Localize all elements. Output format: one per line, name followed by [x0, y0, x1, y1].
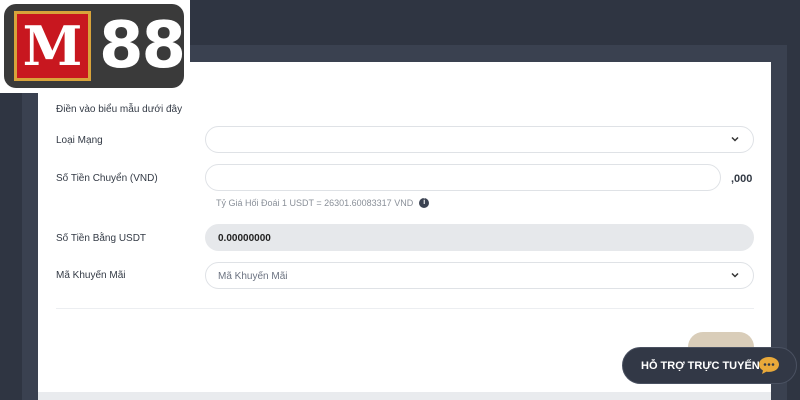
amount-suffix: ,000: [731, 173, 753, 185]
promo-placeholder: Mã Khuyến Mãi: [218, 271, 288, 282]
chat-bubble-icon: [759, 357, 779, 374]
chevron-down-icon: [731, 136, 739, 142]
amount-input[interactable]: [205, 164, 721, 191]
logo-badge: M 88: [4, 4, 186, 88]
network-label: Loại Mạng: [56, 135, 103, 146]
form-intro: Điền vào biểu mẫu dưới đây: [56, 104, 183, 115]
logo-m-mark: M: [14, 11, 91, 81]
exchange-rate-note: Tỷ Giá Hối Đoái 1 USDT = 26301.60083317 …: [216, 198, 430, 208]
live-support-label: HỖ TRỢ TRỰC TUYẾN: [641, 359, 760, 372]
usdt-label: Số Tiền Bằng USDT: [56, 233, 147, 244]
amount-label: Số Tiền Chuyển (VND): [56, 173, 158, 184]
brand-logo: M 88: [0, 0, 190, 93]
network-select[interactable]: [205, 126, 754, 153]
panel-footer: [38, 392, 771, 400]
info-icon[interactable]: i: [419, 198, 430, 208]
promo-label: Mã Khuyến Mãi: [56, 270, 126, 281]
usdt-amount-field: 0.00000000: [205, 224, 754, 251]
logo-88-text: 88: [98, 9, 186, 83]
promo-select[interactable]: Mã Khuyến Mãi: [205, 262, 754, 289]
exchange-rate-text: Tỷ Giá Hối Đoái 1 USDT = 26301.60083317 …: [216, 198, 414, 208]
form-divider: [56, 308, 754, 309]
chevron-down-icon: [731, 272, 739, 278]
usdt-amount-value: 0.00000000: [218, 233, 271, 244]
live-support-button[interactable]: HỖ TRỢ TRỰC TUYẾN: [622, 347, 797, 384]
